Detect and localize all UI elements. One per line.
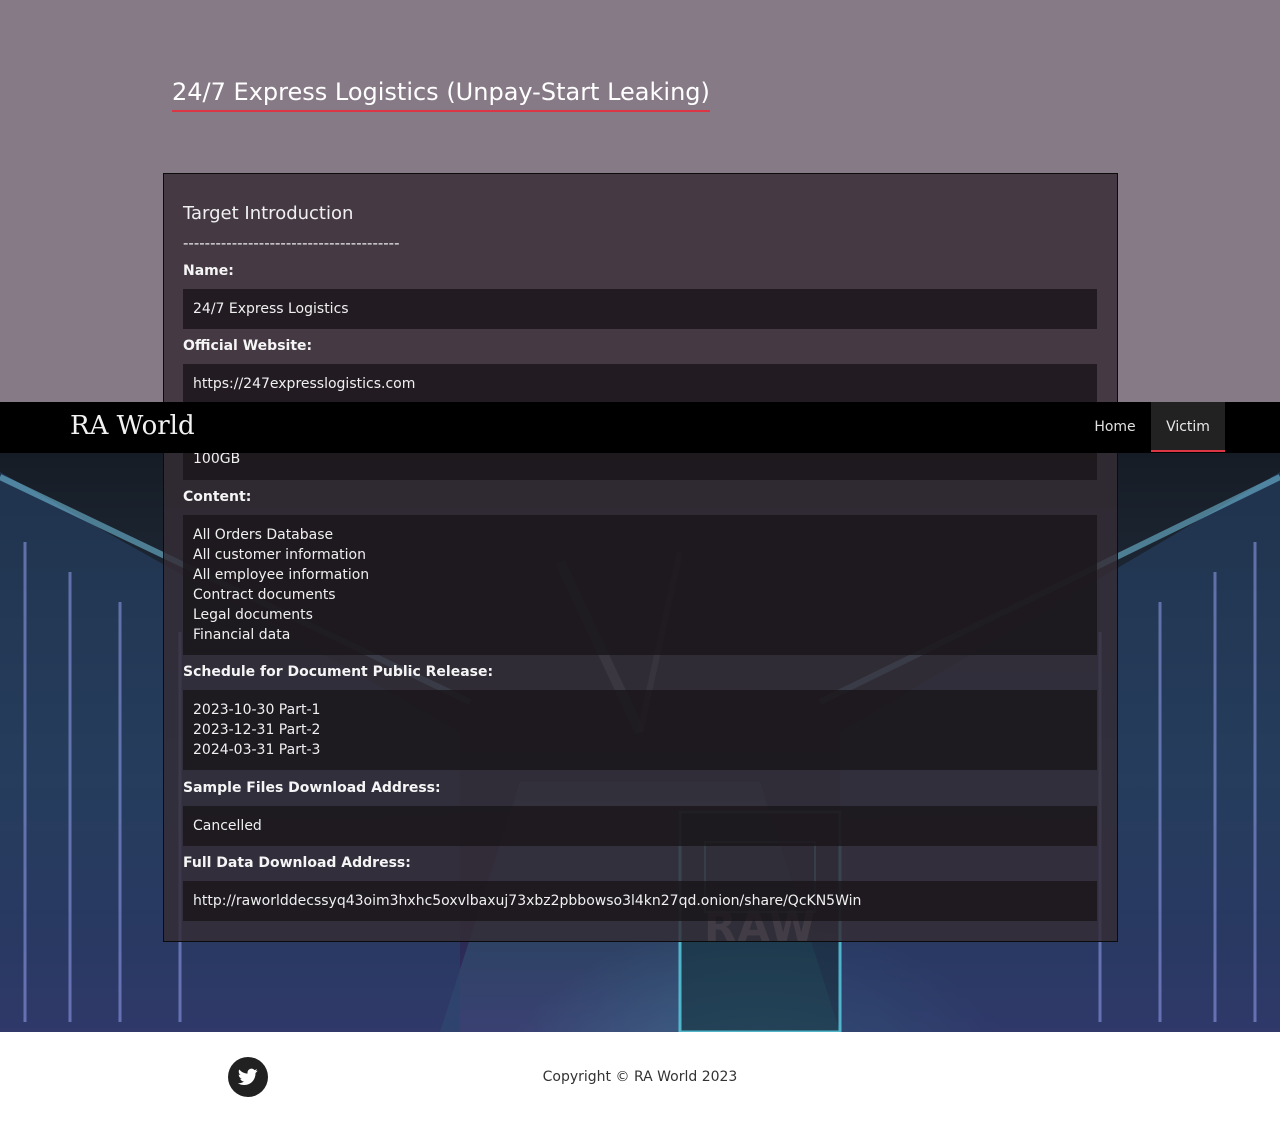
schedule-label: Schedule for Document Public Release:	[183, 664, 494, 680]
navbar: RA World Home Victim	[0, 402, 1280, 453]
full-data-label: Full Data Download Address:	[183, 855, 411, 871]
schedule-list: 2023-10-30 Part-1 2023-12-31 Part-2 2024…	[183, 690, 1097, 770]
divider: ----------------------------------------	[183, 234, 400, 252]
list-item: Contract documents	[193, 587, 336, 603]
nav-victim[interactable]: Victim	[1151, 402, 1225, 452]
list-item: All Orders Database	[193, 527, 334, 543]
list-item: All customer information	[193, 547, 366, 563]
footer: Copyright © RA World 2023	[0, 1032, 1280, 1122]
website-label: Official Website:	[183, 338, 313, 354]
list-item: Legal documents	[193, 607, 313, 623]
list-item: All employee information	[193, 567, 370, 583]
list-item: 2024-03-31 Part-3	[193, 742, 321, 758]
nav-home[interactable]: Home	[1082, 402, 1148, 452]
page-title: 24/7 Express Logistics (Unpay-Start Leak…	[172, 78, 710, 112]
brand-logo[interactable]: RA World	[70, 411, 195, 441]
copyright: Copyright © RA World 2023	[542, 1069, 738, 1085]
list-item: 2023-10-30 Part-1	[193, 702, 321, 718]
sample-label: Sample Files Download Address:	[183, 780, 441, 796]
name-value: 24/7 Express Logistics	[183, 289, 1097, 329]
list-item: 2023-12-31 Part-2	[193, 722, 321, 738]
content-list: All Orders Database All customer informa…	[183, 515, 1097, 655]
full-data-link[interactable]: http://raworlddecssyq43oim3hxhc5oxvlbaxu…	[183, 881, 1097, 921]
sample-value: Cancelled	[183, 806, 1097, 846]
content-label: Content:	[183, 489, 252, 505]
name-label: Name:	[183, 263, 234, 279]
website-value: https://247expresslogistics.com	[183, 364, 1097, 404]
section-title: Target Introduction	[183, 203, 354, 224]
list-item: Financial data	[193, 627, 291, 643]
